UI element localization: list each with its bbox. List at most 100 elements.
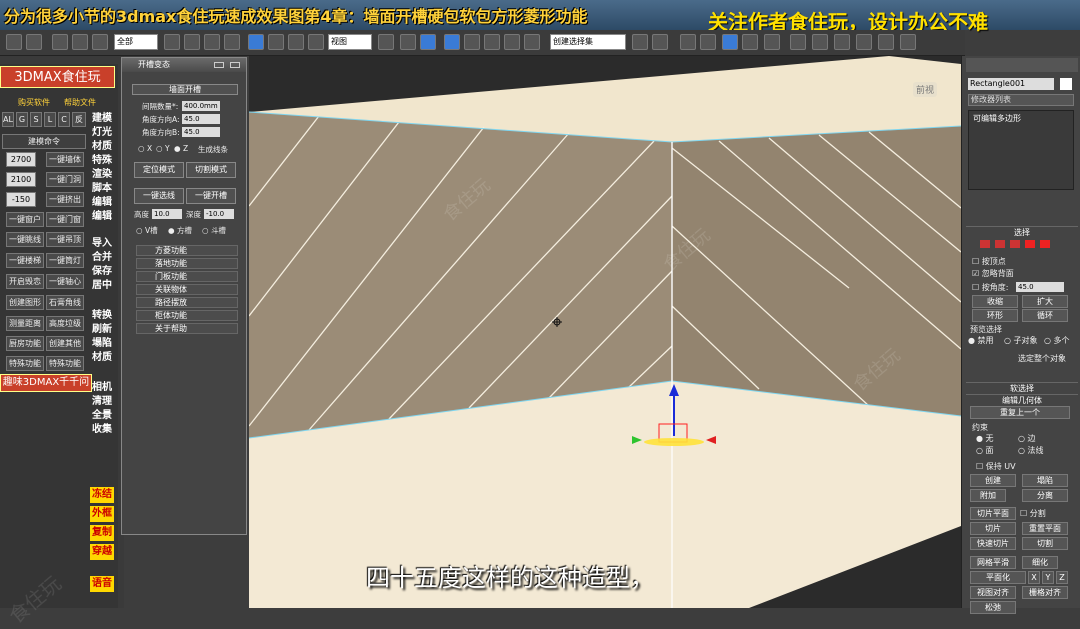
preview-subobject-radio[interactable]: ○ 子对象 — [1004, 335, 1038, 346]
doorwindow-button[interactable]: 一键门窗 — [46, 212, 84, 227]
teapot-icon[interactable] — [878, 34, 894, 50]
wall-height-input[interactable]: 2700 — [6, 152, 36, 167]
place-icon[interactable] — [308, 34, 324, 50]
mode-g[interactable]: G — [16, 112, 28, 127]
grow-button[interactable]: 扩大 — [1022, 295, 1068, 308]
viewcube-label[interactable]: 前视 — [913, 82, 938, 97]
shrink-button[interactable]: 收缩 — [972, 295, 1018, 308]
angle-snap-icon[interactable] — [464, 34, 480, 50]
locate-mode-button[interactable]: 定位模式 — [134, 162, 184, 178]
scale-icon[interactable] — [288, 34, 304, 50]
ignore-backface-checkbox[interactable]: ☑ 忽略背面 — [972, 268, 1014, 279]
undo-icon[interactable] — [6, 34, 22, 50]
selection-filter-dropdown[interactable]: 全部 — [114, 34, 158, 50]
linked-object-item[interactable]: 关联物体 — [136, 284, 238, 295]
freeze-button[interactable]: 冻结 — [90, 487, 114, 503]
percent-snap-icon[interactable] — [484, 34, 500, 50]
generate-lines-label[interactable]: 生成线条 — [198, 144, 228, 155]
layer-icon[interactable] — [680, 34, 696, 50]
collapse-button[interactable]: 塌陷 — [1022, 474, 1068, 487]
edit-geometry-rollout[interactable]: 编辑几何体 — [966, 394, 1078, 405]
tessellate-button[interactable]: 细化 — [1022, 556, 1058, 569]
buy-link[interactable]: 购买软件 — [18, 97, 50, 108]
select-by-name-icon[interactable] — [184, 34, 200, 50]
meshsmooth-button[interactable]: 网格平滑 — [970, 556, 1016, 569]
tab-edit-2[interactable]: 编辑 — [90, 210, 114, 224]
cut-mode-button[interactable]: 切割模式 — [186, 162, 236, 178]
subobject-icons[interactable] — [980, 240, 1060, 250]
named-selection-dropdown[interactable]: 创建选择集 — [550, 34, 626, 50]
axis-x-radio[interactable]: ○ X — [138, 144, 152, 153]
tab-lights[interactable]: 灯光 — [90, 126, 114, 140]
modifier-stack[interactable]: 可编辑多边形 — [968, 110, 1074, 190]
measure-button[interactable]: 测量距离 — [6, 316, 44, 331]
tab-edit-1[interactable]: 编辑 — [90, 196, 114, 210]
faq-banner[interactable]: 趣味3DMAX千千问 — [0, 374, 92, 392]
planar-y-button[interactable]: Y — [1042, 571, 1054, 584]
panel-tabs[interactable] — [966, 58, 1078, 72]
curve-editor-icon[interactable] — [722, 34, 738, 50]
mode-c[interactable]: C — [58, 112, 70, 127]
detach-button[interactable]: 分离 — [1022, 489, 1068, 502]
pass-through-button[interactable]: 穿越 — [90, 544, 114, 560]
tab-center[interactable]: 居中 — [90, 279, 114, 293]
height-input[interactable]: 10.0 — [152, 209, 182, 219]
material-editor-icon[interactable] — [764, 34, 780, 50]
mode-l[interactable]: L — [44, 112, 56, 127]
height-level-button[interactable]: 高度垃级 — [46, 316, 84, 331]
preview-disabled-radio[interactable]: ● 禁用 — [968, 335, 994, 346]
ceiling-button[interactable]: 一键吊顶 — [46, 232, 84, 247]
reset-plane-button[interactable]: 重置平面 — [1022, 522, 1068, 535]
quickslice-button[interactable]: 快速切片 — [970, 537, 1016, 550]
kitchen-button[interactable]: 厨房功能 — [6, 336, 44, 351]
tab-modeling[interactable]: 建模 — [90, 112, 114, 126]
pivot-button[interactable]: 一键轴心 — [46, 274, 84, 289]
link-icon[interactable] — [52, 34, 68, 50]
help-link[interactable]: 帮助文件 — [64, 97, 96, 108]
keyboard-shortcut-icon[interactable] — [420, 34, 436, 50]
tab-save[interactable]: 保存 — [90, 265, 114, 279]
tab-script[interactable]: 脚本 — [90, 182, 114, 196]
select-manipulate-icon[interactable] — [400, 34, 416, 50]
tab-panorama[interactable]: 全景 — [90, 409, 114, 423]
stack-item-editable-poly[interactable]: 可编辑多边形 — [969, 111, 1073, 126]
repeat-last-button[interactable]: 重复上一个 — [970, 406, 1070, 419]
snap-3d-icon[interactable] — [444, 34, 460, 50]
spacing-input[interactable]: 400.0mm — [182, 101, 220, 111]
square-groove-radio[interactable]: ● 方槽 — [168, 225, 192, 236]
window-button[interactable]: 一键窗户 — [6, 212, 44, 227]
modifier-list-dropdown[interactable]: 修改器列表 — [968, 94, 1074, 106]
spinner-snap-icon[interactable] — [504, 34, 520, 50]
extrude-button[interactable]: 一键挤出 — [46, 192, 84, 207]
activeshade-icon[interactable] — [900, 34, 916, 50]
tab-convert[interactable]: 转换 — [90, 309, 114, 323]
loop-button[interactable]: 循环 — [1022, 309, 1068, 322]
open-groove-button[interactable]: 一键开槽 — [186, 188, 236, 204]
tab-material[interactable]: 材质 — [90, 351, 114, 365]
object-name-field[interactable]: Rectangle001 — [968, 78, 1054, 90]
create-shape-button[interactable]: 创建图形 — [6, 295, 44, 310]
minimize-icon[interactable] — [214, 62, 224, 68]
preserve-uv-checkbox[interactable]: ☐ 保持 UV — [976, 461, 1016, 472]
special-button-2[interactable]: 特殊功能 — [46, 356, 84, 371]
create-button[interactable]: 创建 — [970, 474, 1016, 487]
render-icon[interactable] — [834, 34, 850, 50]
rect-select-icon[interactable] — [204, 34, 220, 50]
move-icon[interactable] — [248, 34, 264, 50]
rotate-icon[interactable] — [268, 34, 284, 50]
tab-collect[interactable]: 收集 — [90, 423, 114, 437]
tab-refresh[interactable]: 刷新 — [90, 323, 114, 337]
special-button-1[interactable]: 特殊功能 — [6, 356, 44, 371]
constraint-face-radio[interactable]: ○ 面 — [976, 445, 994, 456]
bbox-button[interactable]: 外框 — [90, 506, 114, 522]
voice-button[interactable]: 语音 — [90, 576, 114, 592]
edit-named-sel-icon[interactable] — [524, 34, 540, 50]
make-planar-button[interactable]: 平面化 — [970, 571, 1026, 584]
mirror-icon[interactable] — [632, 34, 648, 50]
tab-render[interactable]: 渲染 — [90, 168, 114, 182]
preview-multi-radio[interactable]: ○ 多个 — [1044, 335, 1070, 346]
v-groove-radio[interactable]: ○ V槽 — [136, 225, 158, 236]
create-other-button[interactable]: 创建其他 — [46, 336, 84, 351]
door-height-input[interactable]: 2100 — [6, 172, 36, 187]
constraint-edge-radio[interactable]: ○ 边 — [1018, 433, 1036, 444]
